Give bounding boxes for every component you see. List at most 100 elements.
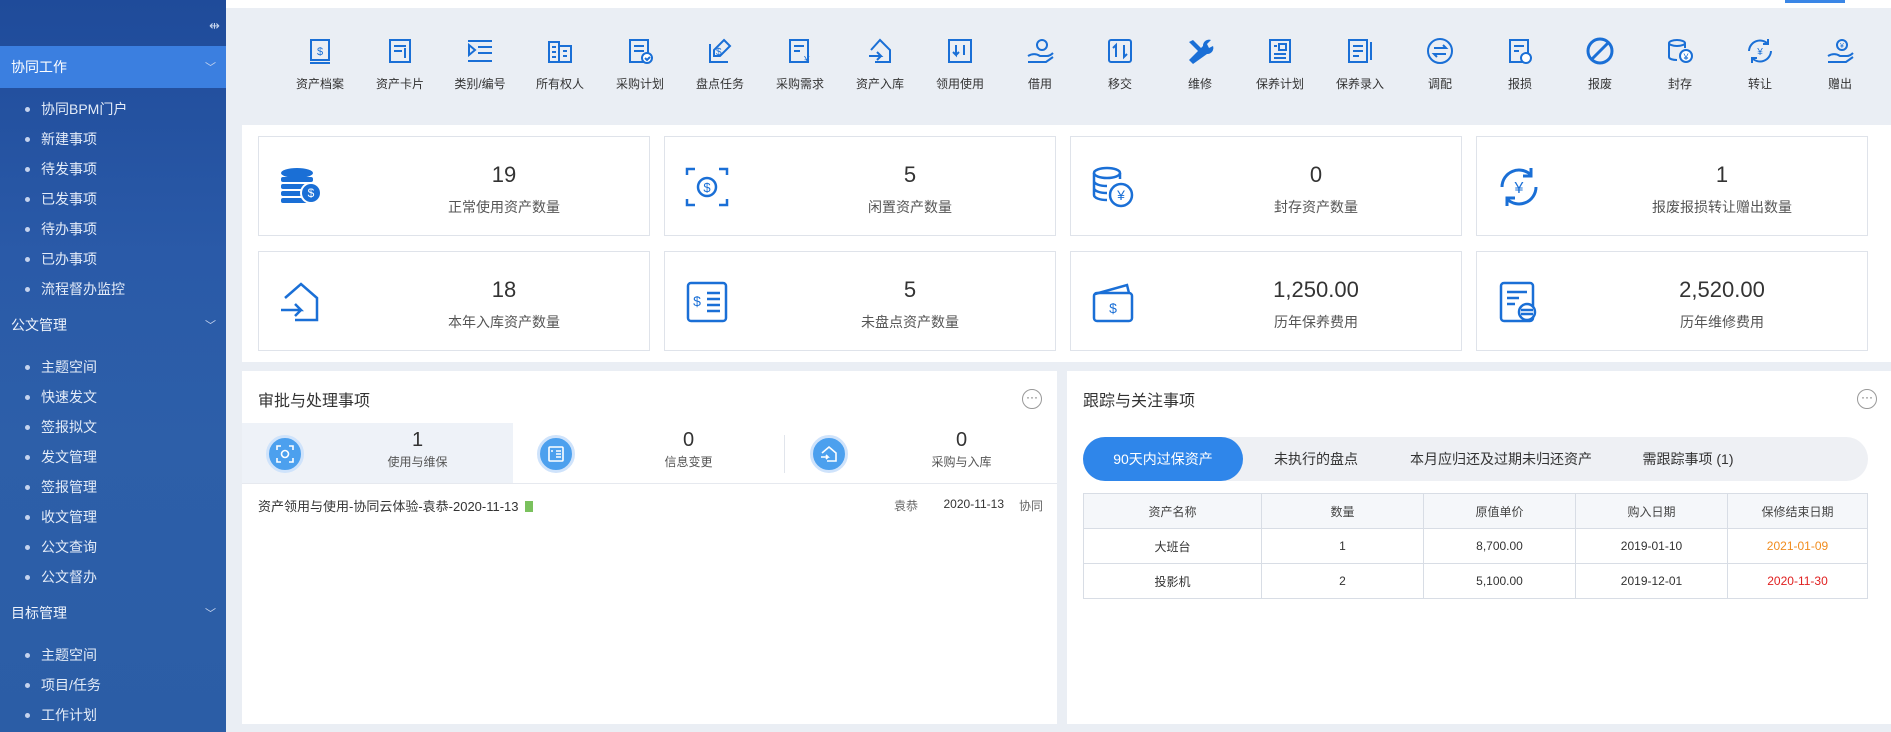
stat-value: 1 [1715,162,1729,187]
tool-asset-file[interactable]: $ 资产档案 [280,36,360,106]
tool-seal[interactable]: ¥ 封存 [1640,36,1720,106]
stat-card[interactable]: ¥ 0 封存资产数量 [1070,136,1462,236]
house-in-icon [821,445,837,462]
sidebar-item[interactable]: 快速发文 [0,382,226,412]
tool-purchase-demand[interactable]: ¥ 采购需求 [760,36,840,106]
svg-text:$: $ [703,180,711,195]
tool-category[interactable]: 类别/编号 [440,36,520,106]
column-header: 购入日期 [1575,493,1728,529]
sidebar-group-collab[interactable]: 协同工作 ﹀ [0,46,226,88]
sidebar-item-label: 主题空间 [41,359,97,375]
collapse-arrows-icon[interactable]: ⇹ [209,18,220,34]
stat-label: 历年保养费用 [1274,314,1358,330]
cell-asset-name: 投影机 [1083,563,1262,599]
tool-transfer[interactable]: 移交 [1080,36,1160,106]
stat-card[interactable]: $ 19 正常使用资产数量 [258,136,650,236]
sidebar-item[interactable]: 已办事项 [0,244,226,274]
stat-label: 报废报损转让赠出数量 [1652,199,1792,215]
table-row[interactable]: 投影机 2 5,100.00 2019-12-01 2020-11-30 [1083,563,1868,599]
bullet-icon [25,454,30,460]
stat-label: 未盘点资产数量 [861,314,959,330]
sidebar-item[interactable]: 发文管理 [0,442,226,472]
chevron-down-icon: ﹀ [205,320,216,332]
bullet-icon [25,106,30,112]
tool-allocate[interactable]: 调配 [1400,36,1480,106]
stat-card[interactable]: $ 5 未盘点资产数量 [664,251,1056,351]
svg-text:¥: ¥ [1514,180,1524,197]
tracking-tabs: 90天内过保资产 未执行的盘点 本月应归还及过期未归还资产 需跟踪事项 (1) [1083,437,1868,481]
sidebar-item[interactable]: 协同BPM门户 [0,94,226,124]
bullet-icon [25,256,30,262]
tool-maintenance-plan[interactable]: 保养计划 [1240,36,1320,106]
tool-label: 保养录入 [1335,77,1384,91]
tool-purchase-plan[interactable]: 采购计划 [600,36,680,106]
maintenance-plan-icon [1269,39,1291,63]
sidebar-item[interactable]: 主题空间 [0,352,226,382]
sidebar-item[interactable]: 新建事项 [0,124,226,154]
stat-card[interactable]: 18 本年入库资产数量 [258,251,650,351]
sidebar-group-label: 协同工作 [11,59,67,75]
sidebar-item[interactable]: 主题空间 [0,640,226,670]
sidebar-item-label: 项目/任务 [41,677,101,693]
stat-card[interactable]: $ 1,250.00 历年保养费用 [1070,251,1462,351]
tool-owner[interactable]: 所有权人 [520,36,600,106]
tab-use-maintenance[interactable]: 1 使用与维保 [242,423,513,483]
sidebar-item[interactable]: 签报拟文 [0,412,226,442]
sidebar-item[interactable]: 公文督办 [0,562,226,592]
function-toolbar: $ 资产档案 资产卡片 类别/编号 所有权人 采购计划 $ 盘点任务 ¥ 采购需… [242,10,1891,122]
tab-icon-circle [810,435,848,473]
sidebar-item[interactable]: 项目/任务 [0,670,226,700]
tool-repair[interactable]: 维修 [1160,36,1240,106]
sidebar-item[interactable]: 工作计划 [0,700,226,730]
column-header: 资产名称 [1083,493,1262,529]
tool-asset-card[interactable]: 资产卡片 [360,36,440,106]
sidebar-item[interactable]: 待发事项 [0,154,226,184]
sidebar-item[interactable]: 公文查询 [0,532,226,562]
stat-label: 封存资产数量 [1274,199,1358,215]
sidebar-item[interactable]: 待办事项 [0,214,226,244]
tool-scrap[interactable]: 报废 [1560,36,1640,106]
tab-warranty-90[interactable]: 90天内过保资产 [1083,437,1243,481]
tool-loss-report[interactable]: 报损 [1480,36,1560,106]
tab-icon-circle [266,435,304,473]
tool-inventory-task[interactable]: $ 盘点任务 [680,36,760,106]
tool-maintenance-entry[interactable]: 保养录入 [1320,36,1400,106]
tab-count: 0 [682,429,695,451]
tab-follow-up[interactable]: 需跟踪事项 (1) [1613,437,1763,481]
sidebar-item-label: 公文查询 [41,539,97,555]
tab-info-change[interactable]: 0 信息变更 [513,423,784,483]
tool-transfer-out[interactable]: ¥ 转让 [1720,36,1800,106]
sidebar-item[interactable]: 已发事项 [0,184,226,214]
stat-card[interactable]: $ 5 闲置资产数量 [664,136,1056,236]
tool-receive[interactable]: 领用使用 [920,36,1000,106]
stat-card[interactable]: ¥ 1 报废报损转让赠出数量 [1476,136,1868,236]
stat-value: 19 [491,162,517,187]
sidebar-item[interactable]: 收文管理 [0,502,226,532]
sidebar-item-label: 快速发文 [41,389,97,405]
tool-donate[interactable]: ¥ 赠出 [1800,36,1880,106]
tab-pending-inventory[interactable]: 未执行的盘点 [1243,437,1389,481]
column-header: 原值单价 [1423,493,1576,529]
stat-card[interactable]: 2,520.00 历年维修费用 [1476,251,1868,351]
sidebar-item[interactable]: 签报管理 [0,472,226,502]
task-row[interactable]: 资产领用与使用-协同云体验-袁恭-2020-11-13 袁恭 2020-11-1… [258,496,1043,516]
table-row[interactable]: 大班台 1 8,700.00 2019-01-10 2021-01-09 [1083,528,1868,564]
tool-label: 资产入库 [855,77,904,91]
tool-borrow[interactable]: 借用 [1000,36,1080,106]
sidebar-group-goals[interactable]: 目标管理 ﹀ [0,592,226,634]
more-icon[interactable]: ··· [1022,389,1042,409]
wrench-icon [1189,39,1214,64]
bullet-icon [25,484,30,490]
more-icon[interactable]: ··· [1857,389,1877,409]
tab-purchase-stock[interactable]: 0 采购与入库 [786,423,1057,483]
bullet-icon [25,196,30,202]
sidebar-item[interactable]: 流程督办监控 [0,274,226,304]
cell-asset-name: 大班台 [1083,528,1262,564]
svg-text:$: $ [1109,300,1117,316]
tool-stock-in[interactable]: 资产入库 [840,36,920,106]
tool-label: 转让 [1747,77,1772,91]
tool-label: 盘点任务 [695,77,744,91]
sidebar-group-document[interactable]: 公文管理 ﹀ [0,304,226,346]
tab-return-due[interactable]: 本月应归还及过期未归还资产 [1389,437,1613,481]
sidebar-item-label: 已办事项 [41,251,97,267]
